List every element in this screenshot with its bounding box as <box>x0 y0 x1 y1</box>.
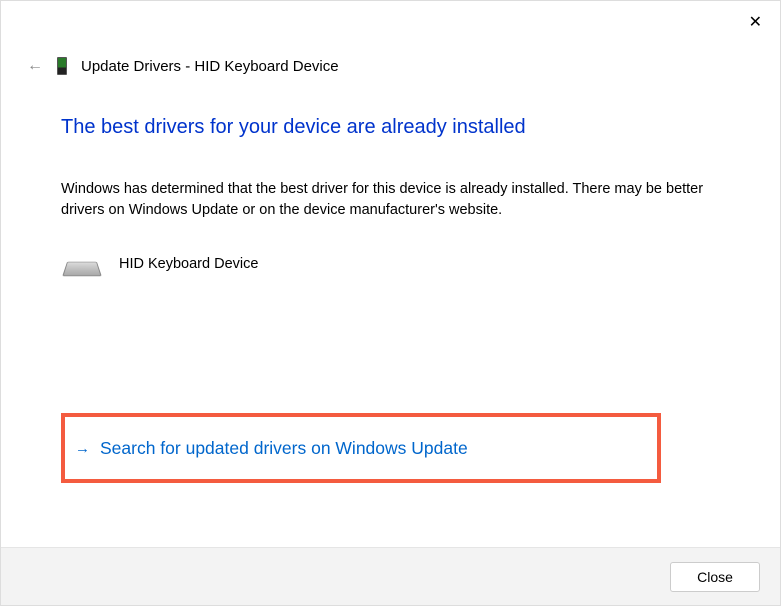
highlighted-link-box: → Search for updated drivers on Windows … <box>61 413 661 483</box>
dialog-title: Update Drivers - HID Keyboard Device <box>81 58 339 75</box>
close-icon[interactable]: ✕ <box>749 15 762 31</box>
device-icon <box>57 57 67 75</box>
dialog-footer: Close <box>1 547 780 605</box>
search-windows-update-link[interactable]: Search for updated drivers on Windows Up… <box>100 438 468 459</box>
close-button[interactable]: Close <box>670 562 760 592</box>
arrow-right-icon: → <box>75 440 90 457</box>
dialog-header: ← Update Drivers - HID Keyboard Device <box>27 57 339 75</box>
device-name-label: HID Keyboard Device <box>119 256 258 272</box>
keyboard-icon <box>62 262 102 276</box>
device-row: HID Keyboard Device <box>65 249 720 279</box>
content-area: The best drivers for your device are alr… <box>61 116 720 279</box>
back-arrow-icon[interactable]: ← <box>27 57 43 75</box>
main-heading: The best drivers for your device are alr… <box>61 116 720 139</box>
description-text: Windows has determined that the best dri… <box>61 179 720 221</box>
